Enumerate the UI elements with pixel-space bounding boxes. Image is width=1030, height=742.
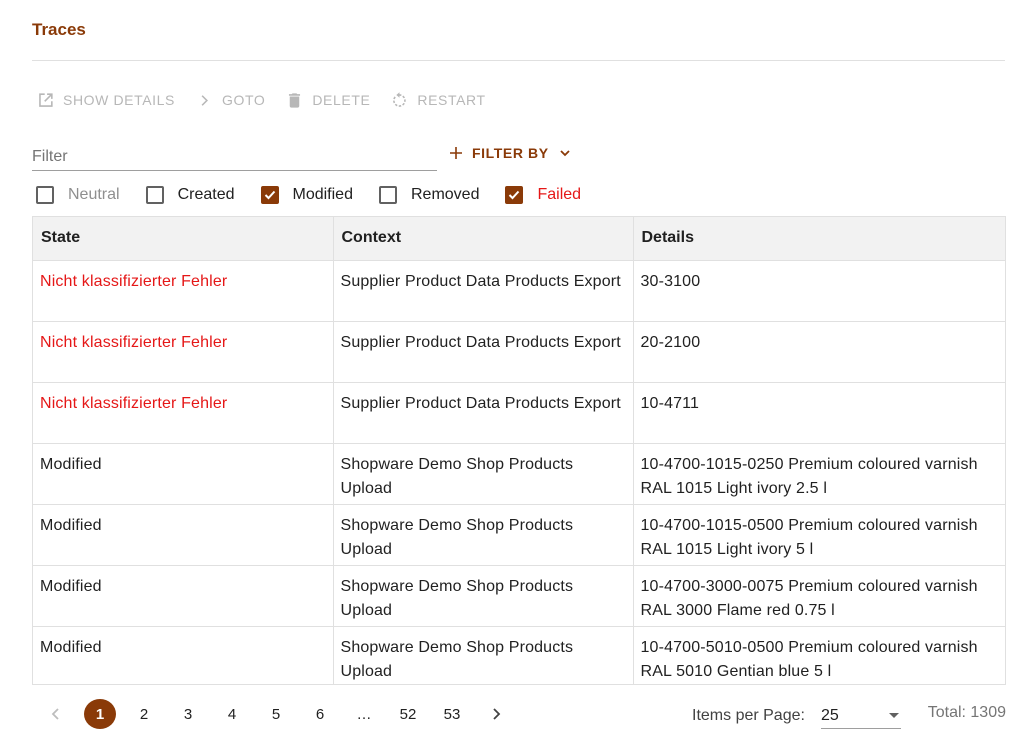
restart-icon [390,91,409,110]
cell-state: Modified [33,443,334,505]
cell-context: Supplier Product Data Products Export [333,382,634,444]
page-button-53[interactable]: 53 [436,699,468,729]
checkbox-box[interactable] [36,186,54,204]
cell-details: 10-4700-1015-0250 Premium coloured varni… [633,443,1005,505]
check-icon [264,190,275,200]
delete-label: DELETE [312,92,371,108]
pagination: 1 2 3 4 5 6 … 52 53 [40,699,524,729]
cell-context: Shopware Demo Shop Products Upload [333,443,634,505]
cell-context: Shopware Demo Shop Products Upload [333,504,634,566]
total-count: Total: 1309 [927,704,1006,721]
items-per-page-value: 25 [820,706,839,724]
checkbox-box[interactable] [505,186,524,204]
checkbox-modified[interactable]: Modified [239,167,353,215]
checkbox-label: Neutral [68,186,120,203]
checkbox-failed[interactable]: Failed [505,186,581,204]
cell-state: Nicht klassifizierter Fehler [33,321,334,383]
checkbox-label: Failed [537,186,582,203]
prev-page-button[interactable] [40,699,72,729]
table-row[interactable]: Nicht klassifizierter Fehler Supplier Pr… [33,321,1005,383]
checkbox-label: Removed [410,186,480,203]
restart-label: RESTART [417,92,486,108]
cell-context: Shopware Demo Shop Products Upload [333,565,634,627]
chevron-right-icon [195,91,214,110]
next-page-button[interactable] [480,699,512,729]
title-divider [32,60,1005,61]
page-title: Traces [32,20,86,39]
checkbox-neutral[interactable]: Neutral [36,186,120,204]
plus-icon [448,145,464,161]
cell-state: Nicht klassifizierter Fehler [33,260,334,322]
page-button-4[interactable]: 4 [216,699,248,729]
cell-state: Nicht klassifizierter Fehler [33,382,334,444]
traces-table: State Context Details Nicht klassifizier… [32,216,1006,685]
filter-field[interactable] [32,140,437,171]
cell-context: Shopware Demo Shop Products Upload [333,626,634,684]
restart-button[interactable]: RESTART [390,91,485,110]
column-header-context[interactable]: Context [333,217,634,261]
cell-details: 10-4700-3000-0075 Premium coloured varni… [633,565,1005,627]
table-row[interactable]: Nicht klassifizierter Fehler Supplier Pr… [33,382,1005,444]
cell-details: 10-4700-1015-0500 Premium coloured varni… [633,504,1005,566]
page-button-6[interactable]: 6 [304,699,336,729]
cell-state: Modified [33,504,334,566]
table-row[interactable]: Modified Shopware Demo Shop Products Upl… [33,443,1005,505]
trash-icon [285,91,304,110]
cell-state: Modified [33,565,334,627]
chevron-right-icon [488,706,504,722]
checkbox-box[interactable] [239,167,288,215]
page-ellipsis: … [356,705,372,723]
items-per-page-label: Items per Page: [692,707,805,724]
page-button-52[interactable]: 52 [392,699,424,729]
page-button-1[interactable]: 1 [84,699,116,729]
table-row[interactable]: Nicht klassifizierter Fehler Supplier Pr… [33,260,1005,322]
cell-state: Modified [33,626,334,684]
cell-details: 30-3100 [633,260,1005,322]
checkbox-label: Modified [292,186,353,203]
items-per-page: Items per Page: 25 [692,703,901,729]
cell-details: 10-4711 [633,382,1005,444]
table-row[interactable]: Modified Shopware Demo Shop Products Upl… [33,565,1005,627]
cell-details: 10-4700-5010-0500 Premium coloured varni… [633,626,1005,684]
filter-by-label: FILTER BY [472,145,549,161]
filter-by-button[interactable]: FILTER BY [448,141,573,165]
delete-button[interactable]: DELETE [285,91,370,110]
show-details-label: SHOW DETAILS [63,92,175,108]
checkbox-label: Created [177,186,235,203]
table-row[interactable]: Modified Shopware Demo Shop Products Upl… [33,504,1005,566]
cell-context: Supplier Product Data Products Export [333,321,634,383]
goto-label: GOTO [221,92,266,108]
cell-details: 20-2100 [633,321,1005,383]
dropdown-arrow-icon [887,707,901,725]
cell-context: Supplier Product Data Products Export [333,260,634,322]
check-icon [509,190,520,200]
chevron-down-icon [557,145,573,161]
open-in-new-icon [36,91,55,110]
table-row[interactable]: Modified Shopware Demo Shop Products Upl… [33,626,1005,684]
page-button-3[interactable]: 3 [172,699,204,729]
page-button-2[interactable]: 2 [128,699,160,729]
column-header-state[interactable]: State [33,217,334,261]
checkbox-removed[interactable]: Removed [378,186,480,204]
checkbox-box[interactable] [145,186,164,204]
checkbox-created[interactable]: Created [145,186,235,204]
table-header-row: State Context Details [33,217,1005,261]
show-details-button[interactable]: SHOW DETAILS [36,91,175,110]
chevron-left-icon [48,706,64,722]
toolbar: SHOW DETAILS GOTO DELETE RESTART [36,88,486,112]
state-filter-checkboxes: Neutral Created Modified Removed Failed [36,167,607,215]
filter-input[interactable] [32,140,437,170]
column-header-details[interactable]: Details [633,217,1005,261]
page-button-5[interactable]: 5 [260,699,292,729]
items-per-page-select[interactable]: 25 [820,703,901,729]
checkbox-box[interactable] [378,186,397,204]
goto-button[interactable]: GOTO [195,91,265,110]
